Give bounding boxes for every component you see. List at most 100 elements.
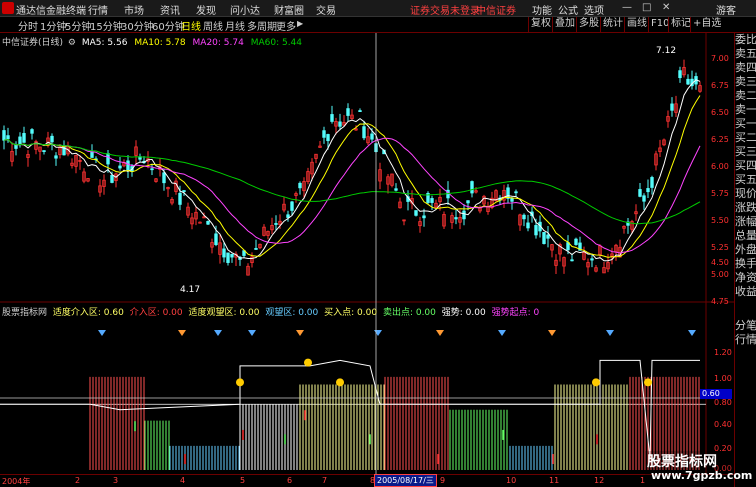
ma5-value: MA5: 5.56 — [81, 38, 128, 48]
right-tab[interactable]: 涨幅 — [735, 215, 756, 229]
right-tab[interactable]: 分笔 — [735, 319, 756, 333]
right-tab[interactable]: 换手 — [735, 257, 756, 271]
tab-period-15min[interactable]: 15分钟 — [90, 18, 123, 33]
indicator-tick: 0.80 — [714, 398, 732, 407]
tab-period-daily[interactable]: 日线 — [181, 18, 201, 33]
right-tab[interactable]: 买二 — [735, 131, 756, 145]
menu-functions[interactable]: 功能 — [532, 2, 552, 17]
menu-wealth-circle[interactable]: 财富圈 — [274, 2, 304, 17]
indicator-current-value: 0.60 — [700, 389, 732, 399]
menu-news[interactable]: 资讯 — [160, 2, 180, 17]
candle-body — [646, 188, 650, 193]
add-watchlist-button[interactable]: +自选 — [690, 17, 723, 32]
candle-body — [542, 232, 546, 244]
tab-period-intraday[interactable]: 分时 — [18, 18, 38, 33]
right-tab[interactable]: 买五 — [735, 173, 756, 187]
candle-body — [118, 165, 122, 169]
order-book-sidebar: 委比 卖五 卖四 卖三 卖二 卖一 买一 买二 买三 买四 买五 现价 涨跌 涨… — [734, 33, 756, 487]
legend-moderate-watch: 适度观望区: 0.00 — [188, 308, 260, 318]
draw-line-button[interactable]: 画线 — [624, 17, 649, 32]
smiley-signal-icon — [236, 378, 244, 387]
right-tab[interactable]: 外盘 — [735, 243, 756, 257]
candle-body — [6, 135, 10, 140]
minimize-icon[interactable]: — — [622, 2, 632, 13]
legend-strong-start: 强势起点: 0 — [491, 308, 540, 318]
candle-body — [370, 133, 374, 140]
menu-market[interactable]: 市场 — [124, 2, 144, 17]
right-tab[interactable]: 总量 — [735, 229, 756, 243]
restore-icon[interactable]: □ — [642, 2, 651, 13]
candle-body — [414, 210, 418, 216]
price-tick: 5.50 — [711, 216, 729, 225]
right-tab[interactable]: 卖四 — [735, 61, 756, 75]
right-tab[interactable]: 买一 — [735, 117, 756, 131]
price-tick: 6.75 — [711, 81, 729, 90]
diamond-signal-icon — [248, 330, 256, 336]
tab-period-more[interactable]: 更多 — [276, 18, 296, 33]
candle-body — [510, 197, 514, 202]
candle-body — [670, 103, 674, 111]
candle-body — [338, 121, 342, 127]
diamond-signal-icon — [374, 330, 382, 336]
multi-stock-button[interactable]: 多股 — [576, 17, 601, 32]
price-tick: 5.00 — [711, 270, 729, 279]
more-dropdown-icon[interactable]: ▶ — [297, 19, 303, 28]
tab-period-multi[interactable]: 多周期 — [247, 18, 277, 33]
date-tick: 12 — [594, 476, 605, 485]
right-tab[interactable]: 买三 — [735, 145, 756, 159]
app-name: 通达信金融终端 — [16, 6, 86, 17]
watermark: 股票指标网 www.7gpzb.com — [645, 451, 752, 485]
candle-body — [326, 134, 330, 142]
legend-sell-point: 卖出点: 0.00 — [382, 308, 436, 318]
right-tab[interactable]: 涨跌 — [735, 201, 756, 215]
close-icon[interactable]: ✕ — [662, 2, 670, 13]
right-tab[interactable]: 卖二 — [735, 89, 756, 103]
menu-discover[interactable]: 发现 — [196, 2, 216, 17]
candle-body — [150, 168, 154, 171]
right-tab[interactable]: 卖三 — [735, 75, 756, 89]
settings-icon[interactable]: ⚙ — [68, 38, 76, 48]
candle-body — [50, 135, 54, 143]
candle-body — [230, 253, 234, 258]
right-tab[interactable]: 委比 — [735, 33, 756, 47]
right-tab[interactable]: 买四 — [735, 159, 756, 173]
ma60-value: MA60: 5.44 — [250, 38, 303, 48]
ma10-value: MA10: 5.78 — [134, 38, 186, 48]
tab-period-monthly[interactable]: 月线 — [225, 18, 245, 33]
adjust-button[interactable]: 复权 — [528, 17, 553, 32]
kline-chart[interactable] — [0, 33, 734, 474]
broker-name[interactable]: 中信证券 — [476, 2, 516, 17]
tab-period-1min[interactable]: 1分钟 — [40, 18, 66, 33]
diamond-signal-icon — [548, 330, 556, 336]
cursor-date-label: 2005/08/17/三 — [374, 474, 437, 487]
stock-name: 中信证券(日线) — [2, 38, 64, 48]
diamond-signal-icon — [688, 330, 696, 336]
menu-options[interactable]: 选项 — [584, 2, 604, 17]
tab-period-weekly[interactable]: 周线 — [203, 18, 223, 33]
candle-body — [570, 259, 574, 262]
tab-period-5min[interactable]: 5分钟 — [65, 18, 91, 33]
guest-label[interactable]: 游客 — [716, 2, 736, 17]
overlay-button[interactable]: 叠加 — [552, 17, 577, 32]
legend-moderate-entry: 适度介入区: 0.60 — [52, 308, 124, 318]
candle-body — [590, 258, 594, 261]
candle-body — [202, 216, 206, 219]
right-tab[interactable]: 净资 — [735, 271, 756, 285]
candle-body — [346, 108, 350, 116]
statistics-button[interactable]: 统计 — [600, 17, 625, 32]
smiley-signal-icon — [304, 358, 312, 367]
ma-legend: 中信证券(日线) ⚙ MA5: 5.56 MA10: 5.78 MA20: 5.… — [2, 35, 302, 48]
tab-period-30min[interactable]: 30分钟 — [121, 18, 154, 33]
price-tick: 6.00 — [711, 162, 729, 171]
right-tab[interactable]: 卖五 — [735, 47, 756, 61]
menu-formula[interactable]: 公式 — [558, 2, 578, 17]
tab-period-60min[interactable]: 60分钟 — [152, 18, 185, 33]
right-tab[interactable]: 行情 — [735, 333, 756, 347]
right-tab[interactable]: 现价 — [735, 187, 756, 201]
menu-trade[interactable]: 交易 — [316, 2, 336, 17]
trade-login-warning[interactable]: 证券交易未登录 — [410, 2, 480, 17]
right-tab[interactable]: 卖一 — [735, 103, 756, 117]
right-tab[interactable]: 收益 — [735, 285, 756, 299]
menu-wenxiaoda[interactable]: 问小达 — [230, 2, 260, 17]
menu-quotes[interactable]: 行情 — [88, 2, 108, 17]
